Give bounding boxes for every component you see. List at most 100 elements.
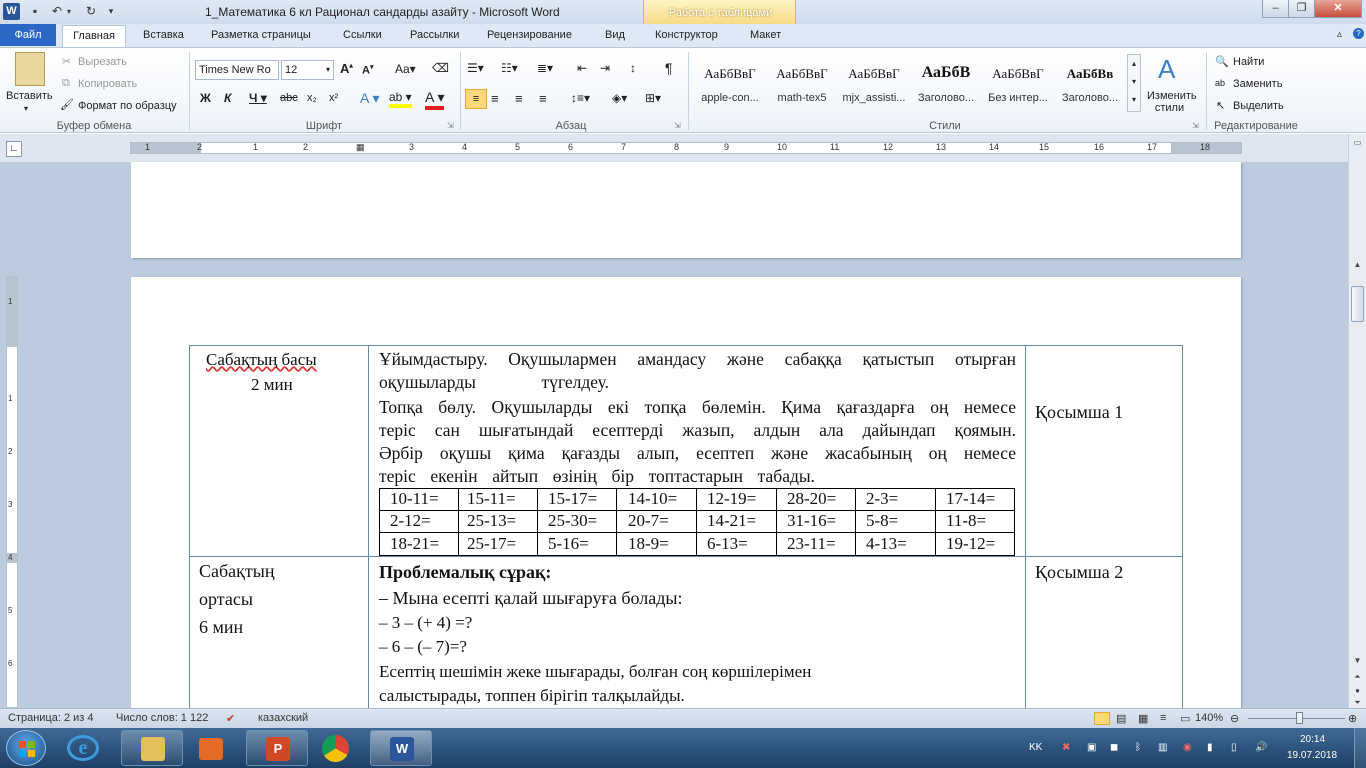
problem-question-heading[interactable]: Проблемалық сұрақ: — [379, 562, 551, 583]
cut-icon[interactable]: ✂ — [62, 55, 71, 68]
tab-references[interactable]: Ссылки — [343, 29, 382, 41]
strikethrough-icon[interactable]: abc — [280, 92, 298, 104]
font-size-combo[interactable]: 12 ▾ — [281, 60, 334, 80]
increase-indent-icon[interactable]: ⇥ — [600, 61, 610, 75]
network-icon[interactable]: ▮ — [1207, 742, 1213, 753]
help-icon[interactable]: ? — [1353, 28, 1364, 39]
select-icon[interactable]: ↖ — [1216, 99, 1225, 112]
exercise-cell[interactable]: 11-8= — [946, 511, 986, 531]
exercise-cell[interactable]: 14-10= — [628, 489, 677, 509]
minimize-ribbon-icon[interactable]: ▵ — [1337, 29, 1342, 40]
justify-icon[interactable]: ≡ — [539, 91, 547, 106]
exercise-cell[interactable]: 31-16= — [787, 511, 836, 531]
exercise-cell[interactable]: 10-11= — [390, 489, 439, 509]
font-dialog-launcher-icon[interactable]: ⇲ — [447, 121, 454, 130]
paragraph-line[interactable]: Топқа бөлу. Оқушыларды екі топқа бөлемін… — [379, 396, 1016, 420]
tab-mailings[interactable]: Рассылки — [410, 29, 459, 41]
clock-time[interactable]: 20:14 — [1300, 734, 1325, 745]
tray-icon[interactable]: ◉ — [1183, 742, 1192, 753]
undo-dropdown-icon[interactable]: ▾ — [64, 3, 74, 20]
paste-icon[interactable] — [15, 52, 45, 86]
cut-button[interactable]: Вырезать — [78, 56, 127, 68]
numbering-icon[interactable]: ☷▾ — [501, 61, 518, 75]
style-mjx-assistive[interactable]: АаБбВвГ mjx_assisti... — [838, 56, 910, 108]
lesson-middle-label[interactable]: ортасы — [199, 589, 253, 610]
tab-review[interactable]: Рецензирование — [487, 29, 572, 41]
paste-button[interactable]: Вставить — [6, 90, 53, 102]
paragraph-line[interactable]: теріс екенін айтып өзінің бір топтастары… — [379, 465, 815, 489]
vertical-scrollbar[interactable]: ▭ ▲ ▼ ⏶ ● ⏷ — [1348, 134, 1366, 708]
align-center-icon[interactable]: ≡ — [491, 91, 499, 106]
decrease-indent-icon[interactable]: ⇤ — [577, 61, 587, 75]
close-button[interactable]: ✕ — [1314, 0, 1362, 18]
outline-icon[interactable]: ≡ — [1160, 712, 1166, 724]
shrink-font-icon[interactable]: A▾ — [362, 63, 373, 77]
lesson-middle-time[interactable]: 6 мин — [199, 617, 243, 638]
page-1-bottom[interactable] — [131, 162, 1241, 258]
language-indicator[interactable]: казахский — [258, 712, 308, 724]
exercise-cell[interactable]: 2-3= — [866, 489, 898, 509]
draft-icon[interactable]: ▭ — [1180, 712, 1190, 725]
styles-scroll-icon[interactable]: ▴ ▾ ▾ — [1127, 54, 1141, 112]
exercise-cell[interactable]: 15-11= — [467, 489, 516, 509]
split-handle-icon[interactable]: ▭ — [1351, 136, 1364, 150]
web-layout-icon[interactable]: ▦ — [1138, 712, 1148, 725]
style-no-spacing[interactable]: АаБбВвГ Без интер... — [982, 56, 1054, 108]
bold-icon[interactable]: Ж — [200, 91, 211, 105]
find-icon[interactable]: 🔍 — [1215, 55, 1229, 68]
tab-design[interactable]: Конструктор — [655, 29, 718, 41]
format-painter-button[interactable]: Формат по образцу — [78, 100, 177, 112]
exercise-cell[interactable]: 18-9= — [628, 534, 669, 554]
style-heading-1[interactable]: АаБбВ Заголово... — [910, 56, 982, 108]
multilevel-list-icon[interactable]: ≣▾ — [537, 61, 553, 75]
word-count[interactable]: Число слов: 1 122 — [116, 712, 208, 724]
page-count[interactable]: Страница: 2 из 4 — [8, 712, 94, 724]
taskbar-powerpoint[interactable]: P — [246, 730, 308, 766]
find-button[interactable]: Найти — [1233, 56, 1264, 68]
highlight-icon[interactable]: ab ▾ — [389, 90, 412, 108]
paste-dropdown-icon[interactable]: ▾ — [24, 104, 28, 113]
exercise-cell[interactable]: 14-21= — [707, 511, 756, 531]
clock-date[interactable]: 19.07.2018 — [1287, 750, 1337, 761]
taskbar-word[interactable]: W — [370, 730, 432, 766]
previous-page-icon[interactable]: ⏶ — [1351, 670, 1364, 684]
redo-icon[interactable]: ↻ — [82, 3, 100, 20]
horizontal-ruler[interactable]: 1 2 1 2 ▦ 3 4 5 6 7 8 9 10 11 12 13 14 1… — [130, 142, 1242, 154]
copy-button[interactable]: Копировать — [78, 78, 137, 90]
paragraph-line[interactable]: Әрбір оқушы қима қағазды алып, есептеп ж… — [379, 442, 1016, 466]
bullets-icon[interactable]: ☰▾ — [467, 61, 484, 75]
tab-view[interactable]: Вид — [605, 29, 625, 41]
print-layout-icon[interactable] — [1094, 712, 1110, 725]
exercise-cell[interactable]: 12-19= — [707, 489, 756, 509]
tab-insert[interactable]: Вставка — [143, 29, 184, 41]
exercise-cell[interactable]: 25-17= — [467, 534, 516, 554]
math-expression[interactable]: – 6 – (– 7)=? — [379, 637, 467, 657]
styles-dialog-launcher-icon[interactable]: ⇲ — [1192, 121, 1199, 130]
word-app-icon[interactable]: W — [3, 3, 20, 20]
zoom-level[interactable]: 140% — [1195, 712, 1223, 724]
tab-selector-icon[interactable]: ∟ — [6, 141, 22, 157]
italic-icon[interactable]: К — [224, 91, 231, 105]
vertical-ruler[interactable]: 1 1 2 3 4 5 6 — [6, 276, 18, 708]
scroll-thumb[interactable] — [1351, 286, 1364, 322]
tab-layout[interactable]: Макет — [750, 29, 781, 41]
math-expression[interactable]: – 3 – (+ 4) =? — [379, 613, 472, 633]
grow-font-icon[interactable]: A▴ — [340, 61, 353, 76]
restore-button[interactable]: ❐ — [1288, 0, 1315, 18]
ruler-table-marker[interactable]: ▦ — [356, 142, 365, 153]
lesson-start-label[interactable]: Сабақтың басы — [206, 350, 317, 370]
exercise-cell[interactable]: 6-13= — [707, 534, 748, 554]
shading-icon[interactable]: ◈▾ — [612, 91, 627, 105]
chrome-icon[interactable] — [322, 735, 349, 762]
appendix-1-label[interactable]: Қосымша 1 — [1035, 402, 1123, 423]
customize-quick-access-icon[interactable]: ▾ — [102, 3, 120, 20]
text-effects-icon[interactable]: A ▾ — [360, 90, 379, 107]
exercise-cell[interactable]: 15-17= — [548, 489, 597, 509]
font-name-combo[interactable]: Times New Ro — [195, 60, 279, 80]
line-spacing-icon[interactable]: ↕≡▾ — [571, 91, 590, 105]
scroll-down-icon[interactable]: ▼ — [1351, 654, 1364, 668]
change-styles-button[interactable]: Изменить стили — [1147, 90, 1197, 114]
proofing-icon[interactable]: ✔ — [226, 712, 235, 725]
appendix-2-label[interactable]: Қосымша 2 — [1035, 562, 1123, 583]
zoom-out-icon[interactable]: ⊖ — [1230, 712, 1239, 725]
